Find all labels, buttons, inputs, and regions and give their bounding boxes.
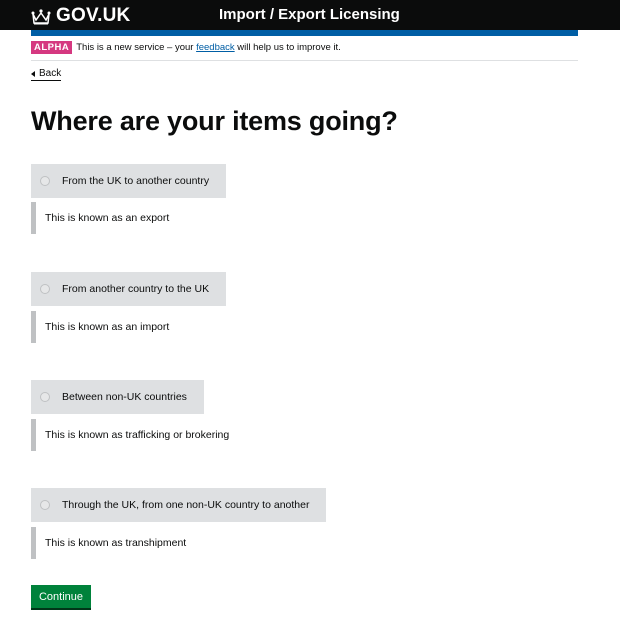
feedback-link[interactable]: feedback: [196, 42, 235, 53]
option-hint: This is known as an export: [31, 202, 169, 234]
continue-button[interactable]: Continue: [31, 585, 91, 608]
alpha-tag: ALPHA: [31, 41, 73, 54]
header-blue-bar: [31, 30, 578, 36]
phase-divider: [31, 60, 578, 61]
radio-button[interactable]: [40, 500, 50, 510]
back-link[interactable]: Back: [31, 68, 62, 81]
option-label: Through the UK, from one non-UK country …: [62, 499, 310, 511]
radio-button[interactable]: [40, 392, 50, 402]
site-header: GOV.UK Import / Export Licensing: [0, 0, 620, 30]
option-hint: This is known as an import: [31, 311, 169, 343]
radio-option-export[interactable]: From the UK to another country: [31, 164, 227, 198]
option-label: From the UK to another country: [62, 175, 210, 187]
phase-banner: ALPHA This is a new service – your feedb…: [31, 41, 341, 54]
option-hint: This is known as trafficking or brokerin…: [31, 419, 229, 451]
phase-text-before: This is a new service – your: [76, 42, 194, 53]
logo-text: GOV.UK: [56, 5, 131, 26]
govuk-logo-link[interactable]: GOV.UK: [31, 5, 130, 27]
option-hint: This is known as transhipment: [31, 527, 186, 559]
radio-option-trafficking[interactable]: Between non-UK countries: [31, 380, 204, 414]
option-label: From another country to the UK: [62, 283, 210, 295]
radio-option-transhipment[interactable]: Through the UK, from one non-UK country …: [31, 488, 327, 522]
phase-text-after: will help us to improve it.: [237, 42, 341, 53]
radio-option-import[interactable]: From another country to the UK: [31, 272, 227, 306]
service-name-link[interactable]: Import / Export Licensing: [219, 6, 400, 23]
crown-icon: [31, 8, 51, 24]
triangle-left-icon: [31, 70, 35, 77]
back-label: Back: [39, 68, 62, 79]
radio-button[interactable]: [40, 176, 50, 186]
option-label: Between non-UK countries: [62, 391, 187, 403]
radio-button[interactable]: [40, 284, 50, 294]
page-title: Where are your items going?: [31, 106, 398, 136]
